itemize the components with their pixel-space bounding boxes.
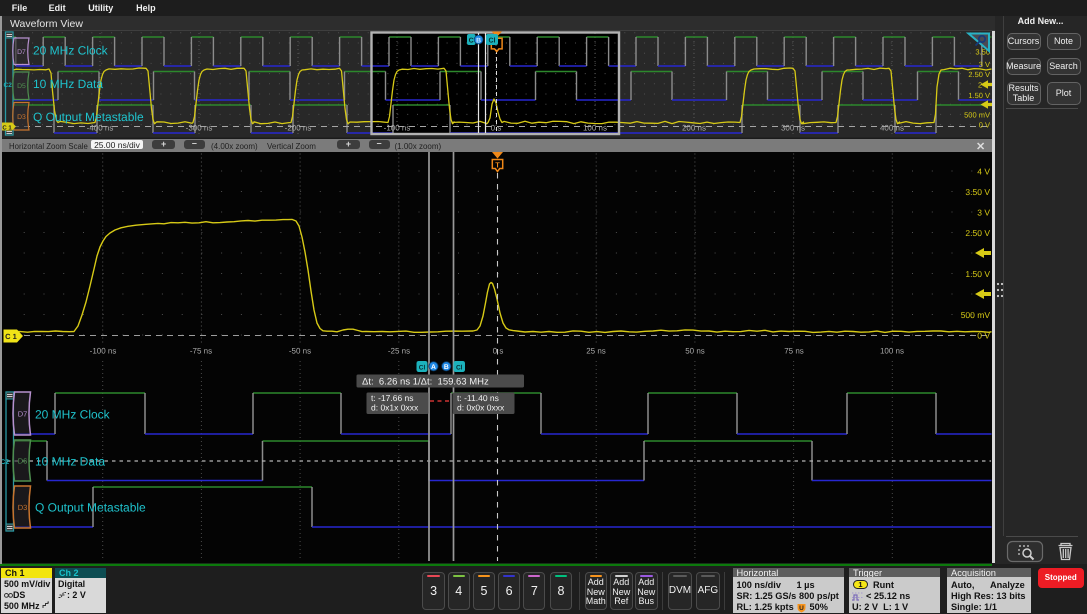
svg-text:B: B xyxy=(476,37,481,44)
svg-text:-400 ns: -400 ns xyxy=(87,124,114,133)
svg-text:Cl: Cl xyxy=(489,37,496,45)
svg-text:3 V: 3 V xyxy=(977,208,990,218)
svg-text:20 MHz Clock: 20 MHz Clock xyxy=(35,408,111,422)
svg-text:d: 0x0x 0xxx: d: 0x0x 0xxx xyxy=(457,403,505,413)
svg-text:0 s: 0 s xyxy=(491,124,502,133)
svg-text:0 V: 0 V xyxy=(979,121,990,130)
svg-text:-200 ns: -200 ns xyxy=(285,124,312,133)
svg-text:D6: D6 xyxy=(18,456,28,465)
svg-text:D7: D7 xyxy=(17,49,26,56)
svg-text:D3: D3 xyxy=(17,114,26,121)
svg-text:Cl: Cl xyxy=(456,365,463,372)
svg-text:-100 ns: -100 ns xyxy=(90,347,117,356)
svg-text:1.50 V: 1.50 V xyxy=(965,269,990,279)
svg-text:400 ns: 400 ns xyxy=(880,124,904,133)
svg-text:t: -11.40 ns: t: -11.40 ns xyxy=(457,393,499,403)
svg-text:2.50 V: 2.50 V xyxy=(968,70,990,79)
svg-text:C 1: C 1 xyxy=(5,332,17,341)
svg-text:3 V: 3 V xyxy=(979,60,990,69)
svg-text:d: 0x1x 0xxx: d: 0x1x 0xxx xyxy=(371,403,419,413)
svg-text:Q Output Metastable: Q Output Metastable xyxy=(35,501,146,515)
svg-text:500 mV: 500 mV xyxy=(961,310,991,320)
svg-text:10 MHz Data: 10 MHz Data xyxy=(33,77,103,91)
svg-text:C: C xyxy=(469,38,474,45)
svg-text:C2: C2 xyxy=(4,82,13,89)
svg-text:1.50 V: 1.50 V xyxy=(968,91,990,100)
svg-text:Δt: 6.26 ns 1/Δt: 159.63 MHz: Δt: 6.26 ns 1/Δt: 159.63 MHz xyxy=(362,377,489,388)
svg-text:100 ns: 100 ns xyxy=(880,347,904,356)
svg-text:50 ns: 50 ns xyxy=(685,347,705,356)
svg-text:D5: D5 xyxy=(17,83,26,90)
svg-text:-75 ns: -75 ns xyxy=(190,347,212,356)
svg-text:T: T xyxy=(495,161,500,170)
svg-text:100 ns: 100 ns xyxy=(583,124,607,133)
svg-text:4 V: 4 V xyxy=(977,167,990,177)
svg-text:0 s: 0 s xyxy=(493,347,504,356)
svg-text:2.50 V: 2.50 V xyxy=(965,228,990,238)
svg-text:300 ns: 300 ns xyxy=(781,124,805,133)
svg-text:75 ns: 75 ns xyxy=(784,347,804,356)
svg-text:Q Output Metastable: Q Output Metastable xyxy=(33,110,144,124)
svg-text:20 MHz Clock: 20 MHz Clock xyxy=(33,44,109,58)
svg-text:D7: D7 xyxy=(18,409,28,418)
svg-text:-25 ns: -25 ns xyxy=(388,347,410,356)
svg-text:D3: D3 xyxy=(18,503,28,512)
svg-text:U: U xyxy=(799,605,804,612)
svg-text:t: -17.66 ns: t: -17.66 ns xyxy=(371,393,414,403)
svg-text:500 mV: 500 mV xyxy=(964,111,990,120)
svg-text:10 MHz Data: 10 MHz Data xyxy=(35,455,105,469)
svg-text:-50 ns: -50 ns xyxy=(289,347,311,356)
svg-text:0 V: 0 V xyxy=(977,331,990,341)
svg-text:-100 ns: -100 ns xyxy=(384,124,411,133)
svg-text:B: B xyxy=(444,364,449,371)
svg-text:A: A xyxy=(431,364,436,371)
svg-text:Cl: Cl xyxy=(419,365,426,372)
svg-text:25 ns: 25 ns xyxy=(586,347,606,356)
svg-text:3.50 V: 3.50 V xyxy=(965,187,990,197)
svg-text:C 1: C 1 xyxy=(2,124,12,131)
svg-text:200 ns: 200 ns xyxy=(682,124,706,133)
svg-text:-300 ns: -300 ns xyxy=(186,124,213,133)
